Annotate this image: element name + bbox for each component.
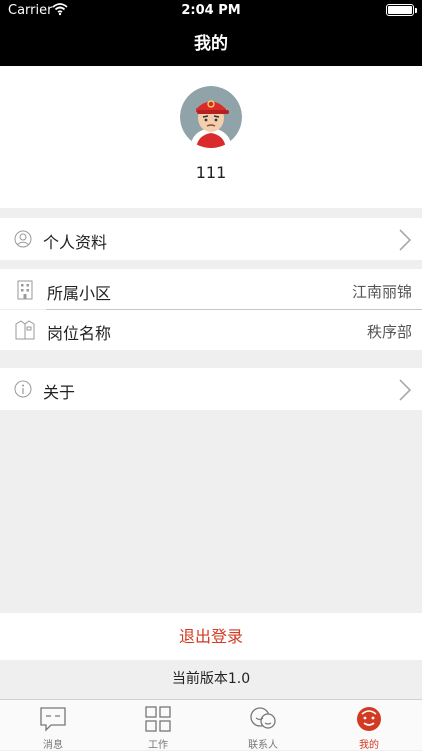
profile-icon [355,705,383,733]
username: 111 [195,163,227,182]
logout-button[interactable]: 退出登录 [0,613,422,660]
shirt-icon [15,320,35,344]
position-row: 岗位名称 秩序部 [0,310,422,350]
battery-icon [386,4,414,16]
page-title: 我的 [194,34,228,54]
building-icon [16,280,34,304]
status-bar: Carrier 2:04 PM [0,0,422,22]
tab-work[interactable]: 工作 [123,700,193,751]
nav-bar: 我的 [0,22,422,66]
community-value: 江南丽锦 [351,283,412,301]
info-icon [14,380,32,402]
tab-bar: 消息 工作 联系人 我的 [0,699,422,751]
contacts-icon [249,705,277,733]
clock: 2:04 PM [181,3,241,18]
version-label: 当前版本1.0 [171,671,251,687]
tab-label: 联系人 [248,740,278,751]
about-label: 关于 [43,383,76,402]
chevron-right-icon [398,228,412,256]
user-icon [14,230,32,252]
tab-label: 工作 [148,740,168,751]
logout-label: 退出登录 [178,627,243,646]
position-label: 岗位名称 [47,324,112,343]
tab-contacts[interactable]: 联系人 [228,700,298,751]
community-row: 所属小区 江南丽锦 [0,269,422,309]
position-value: 秩序部 [366,323,412,341]
personal-info-label: 个人资料 [43,233,108,252]
avatar[interactable] [180,86,242,148]
profile-header: 111 [0,66,422,208]
about-row[interactable]: 关于 [0,368,422,410]
chevron-right-icon [398,378,412,406]
tab-label: 消息 [43,740,63,751]
community-label: 所属小区 [47,284,112,303]
tab-label: 我的 [359,740,379,751]
personal-info-row[interactable]: 个人资料 [0,218,422,260]
message-icon [39,705,67,733]
battery-tip [415,8,417,13]
tab-profile[interactable]: 我的 [334,700,404,751]
grid-icon [144,705,172,733]
tab-messages[interactable]: 消息 [18,700,88,751]
